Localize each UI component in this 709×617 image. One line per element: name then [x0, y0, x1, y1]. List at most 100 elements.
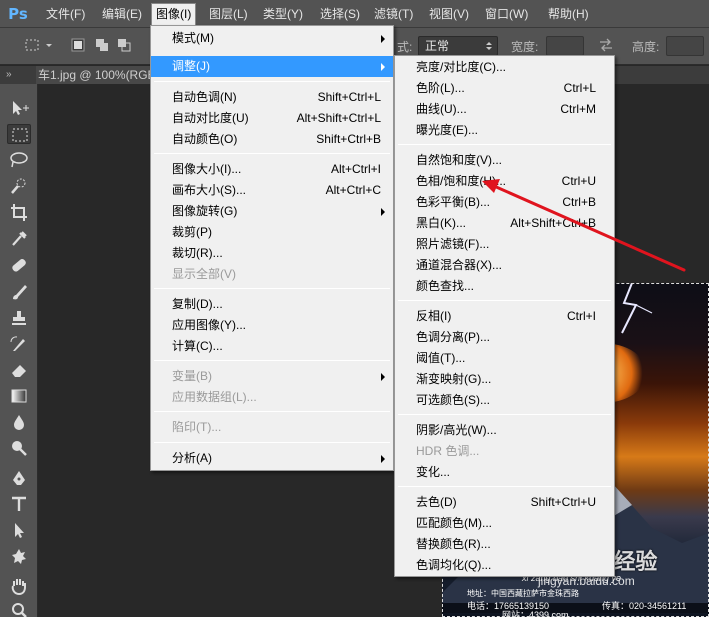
- adjust-menu-item-label: 去色(D): [416, 495, 457, 509]
- panel-collapse-icon[interactable]: »: [6, 66, 12, 84]
- adjust-menu-item[interactable]: 亮度/对比度(C)...: [395, 57, 614, 78]
- adjust-menu-item[interactable]: 去色(D) Shift+Ctrl+U: [395, 492, 614, 513]
- menu-help[interactable]: 帮助(H): [544, 0, 593, 28]
- add-selection-icon[interactable]: [94, 37, 110, 53]
- adjust-menu-item[interactable]: 黑白(K)... Alt+Shift+Ctrl+B: [395, 213, 614, 234]
- adjust-menu-item-label: 反相(I): [416, 309, 452, 323]
- adjust-menu-item-shortcut: Ctrl+U: [561, 174, 596, 188]
- image-menu-item[interactable]: 自动对比度(U) Alt+Shift+Ctrl+L: [151, 108, 393, 129]
- adjust-menu-item[interactable]: 替换颜色(R)...: [395, 534, 614, 555]
- adjust-menu-item[interactable]: 阈值(T)...: [395, 348, 614, 369]
- path-selection-tool-icon[interactable]: [7, 520, 31, 540]
- adjust-menu-item-label: 阈值(T)...: [416, 351, 466, 365]
- adjust-menu-item[interactable]: 匹配颜色(M)...: [395, 513, 614, 534]
- style-select[interactable]: 正常: [418, 36, 498, 56]
- image-menu-item-label: 模式(M): [172, 31, 214, 45]
- gradient-tool-icon[interactable]: [7, 386, 31, 406]
- adjust-menu-item[interactable]: 颜色查找...: [395, 276, 614, 297]
- adjust-menu-item[interactable]: 色阶(L)... Ctrl+L: [395, 78, 614, 99]
- adjust-menu-item[interactable]: 曝光度(E)...: [395, 120, 614, 141]
- image-menu-item-shortcut: Alt+Ctrl+C: [325, 183, 381, 197]
- image-menu-item[interactable]: 复制(D)...: [151, 294, 393, 315]
- menu-window[interactable]: 窗口(W): [481, 0, 532, 28]
- history-brush-tool-icon[interactable]: [7, 334, 31, 354]
- eraser-tool-icon[interactable]: [7, 360, 31, 380]
- adjust-menu-item-label: 自然饱和度(V)...: [416, 153, 502, 167]
- pen-tool-icon[interactable]: [7, 468, 31, 488]
- image-menu-item[interactable]: 裁剪(P): [151, 222, 393, 243]
- blur-tool-icon[interactable]: [7, 412, 31, 432]
- menu-select[interactable]: 选择(S): [316, 0, 364, 28]
- zoom-tool-icon[interactable]: [7, 600, 31, 617]
- clone-stamp-tool-icon[interactable]: [7, 308, 31, 328]
- image-menu-item[interactable]: 裁切(R)...: [151, 243, 393, 264]
- document-tab[interactable]: 车1.jpg @ 100%(RGB: [36, 66, 156, 84]
- adjust-menu-item[interactable]: 变化...: [395, 462, 614, 483]
- image-menu-item[interactable]: 应用图像(Y)...: [151, 315, 393, 336]
- height-label: 高度:: [632, 40, 660, 54]
- image-menu-item[interactable]: 图像旋转(G): [151, 201, 393, 222]
- subtract-selection-icon[interactable]: [116, 37, 132, 53]
- move-tool-icon[interactable]: [7, 98, 31, 118]
- menu-bar: Ps 文件(F) 编辑(E) 图像(I) 图层(L) 类型(Y) 选择(S) 滤…: [0, 0, 709, 28]
- image-menu-item[interactable]: 模式(M): [151, 28, 393, 49]
- healing-brush-tool-icon[interactable]: [7, 256, 31, 276]
- image-menu-item: 应用数据组(L)...: [151, 387, 393, 408]
- quick-selection-tool-icon[interactable]: [7, 176, 31, 196]
- style-label: 式:: [397, 40, 413, 54]
- menu-layer[interactable]: 图层(L): [205, 0, 252, 28]
- adjust-menu-item-label: 曲线(U)...: [416, 102, 467, 116]
- adjust-menu-item-label: HDR 色调...: [416, 444, 480, 458]
- photoshop-logo: Ps: [8, 5, 28, 23]
- adjust-menu-item[interactable]: 通道混合器(X)...: [395, 255, 614, 276]
- adjust-menu-item[interactable]: 色调均化(Q)...: [395, 555, 614, 576]
- custom-shape-tool-icon[interactable]: [7, 546, 31, 566]
- image-menu-item[interactable]: 画布大小(S)... Alt+Ctrl+C: [151, 180, 393, 201]
- style-select-value: 正常: [425, 39, 450, 53]
- image-menu-item-label: 变量(B): [172, 369, 212, 383]
- menu-separator: [154, 288, 390, 289]
- adjust-menu-item[interactable]: 曲线(U)... Ctrl+M: [395, 99, 614, 120]
- hand-tool-icon[interactable]: [7, 576, 31, 596]
- image-menu-item[interactable]: 分析(A): [151, 448, 393, 469]
- menu-image[interactable]: 图像(I): [151, 3, 197, 26]
- height-input[interactable]: [666, 36, 704, 56]
- adjust-menu-item-label: 替换颜色(R)...: [416, 537, 491, 551]
- adjust-menu-item[interactable]: 渐变映射(G)...: [395, 369, 614, 390]
- image-menu-item[interactable]: 自动颜色(O) Shift+Ctrl+B: [151, 129, 393, 150]
- adjust-menu-item[interactable]: 色彩平衡(B)... Ctrl+B: [395, 192, 614, 213]
- adjust-menu-item[interactable]: 阴影/高光(W)...: [395, 420, 614, 441]
- adjust-menu-item[interactable]: 反相(I) Ctrl+I: [395, 306, 614, 327]
- adjust-menu-item[interactable]: 自然饱和度(V)...: [395, 150, 614, 171]
- submenu-arrow-icon: [381, 63, 385, 71]
- image-menu-item[interactable]: 调整(J): [151, 56, 393, 77]
- image-menu-item[interactable]: 自动色调(N) Shift+Ctrl+L: [151, 87, 393, 108]
- adjust-menu-item[interactable]: 色相/饱和度(H)... Ctrl+U: [395, 171, 614, 192]
- submenu-arrow-icon: [381, 373, 385, 381]
- menu-filter[interactable]: 滤镜(T): [370, 0, 417, 28]
- lasso-tool-icon[interactable]: [7, 150, 31, 170]
- marquee-preset-icon[interactable]: [24, 37, 40, 53]
- image-menu-item-label: 画布大小(S)...: [172, 183, 246, 197]
- brush-tool-icon[interactable]: [7, 282, 31, 302]
- menu-view[interactable]: 视图(V): [425, 0, 473, 28]
- width-input[interactable]: [546, 36, 584, 56]
- new-selection-icon[interactable]: [70, 37, 86, 53]
- eyedropper-tool-icon[interactable]: [7, 228, 31, 248]
- menu-type[interactable]: 类型(Y): [259, 0, 307, 28]
- image-menu-item-label: 自动色调(N): [172, 90, 237, 104]
- image-menu-item[interactable]: 计算(C)...: [151, 336, 393, 357]
- image-menu-item[interactable]: 图像大小(I)... Alt+Ctrl+I: [151, 159, 393, 180]
- image-menu-item-shortcut: Alt+Shift+Ctrl+L: [296, 111, 381, 125]
- chevron-down-icon[interactable]: [44, 37, 54, 53]
- marquee-tool-icon[interactable]: [7, 124, 31, 144]
- swap-icon[interactable]: [598, 37, 614, 53]
- adjust-menu-item[interactable]: 照片滤镜(F)...: [395, 234, 614, 255]
- adjust-menu-item[interactable]: 色调分离(P)...: [395, 327, 614, 348]
- menu-file[interactable]: 文件(F): [42, 0, 89, 28]
- type-tool-icon[interactable]: [7, 494, 31, 514]
- adjust-menu-item[interactable]: 可选颜色(S)...: [395, 390, 614, 411]
- crop-tool-icon[interactable]: [7, 202, 31, 222]
- dodge-tool-icon[interactable]: [7, 438, 31, 458]
- menu-edit[interactable]: 编辑(E): [98, 0, 146, 28]
